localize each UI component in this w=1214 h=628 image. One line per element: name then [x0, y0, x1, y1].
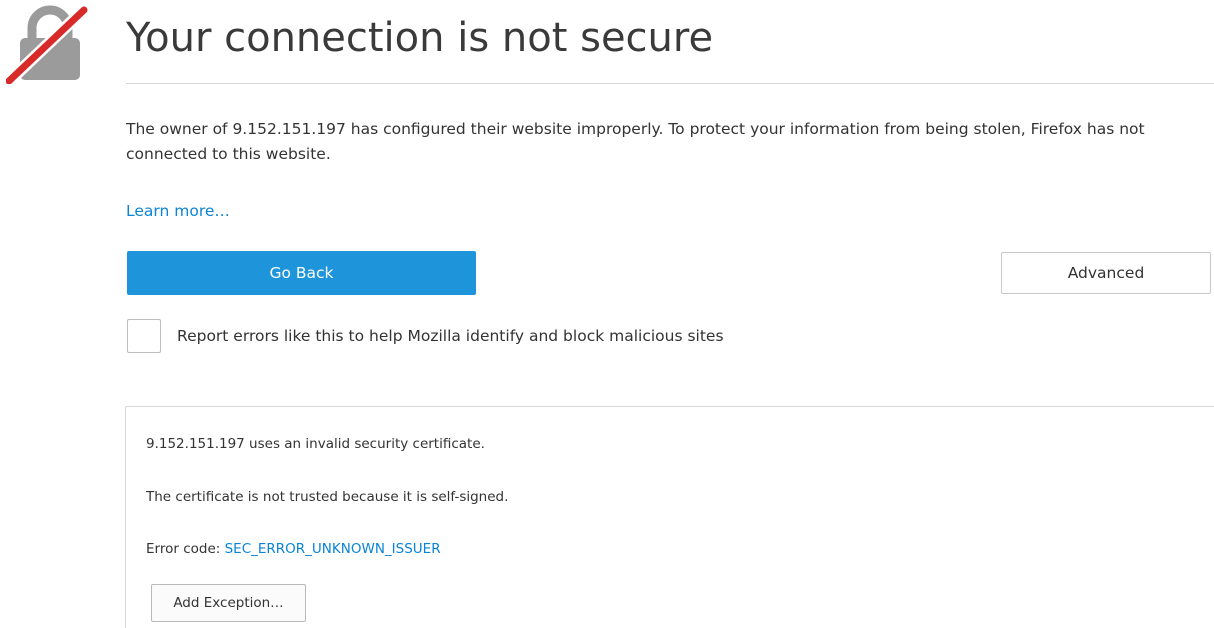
- learn-more-link[interactable]: Learn more…: [126, 199, 230, 224]
- add-exception-button[interactable]: Add Exception…: [151, 584, 306, 622]
- error-code-line: Error code: SEC_ERROR_UNKNOWN_ISSUER: [146, 539, 441, 559]
- error-description: The owner of 9.152.151.197 has configure…: [126, 120, 1145, 163]
- error-code-prefix: Error code:: [146, 541, 225, 557]
- invalid-cert-text: 9.152.151.197 uses an invalid security c…: [146, 436, 485, 452]
- report-errors-row: Report errors like this to help Mozilla …: [127, 318, 724, 354]
- page-title: Your connection is not secure: [126, 15, 714, 61]
- go-back-button[interactable]: Go Back: [127, 251, 476, 295]
- report-errors-checkbox[interactable]: [127, 319, 161, 353]
- broken-lock-icon: [6, 4, 90, 84]
- report-errors-label: Report errors like this to help Mozilla …: [177, 327, 724, 345]
- error-code-link[interactable]: SEC_ERROR_UNKNOWN_ISSUER: [225, 541, 441, 557]
- advanced-button[interactable]: Advanced: [1001, 252, 1211, 294]
- page: Your connection is not secure The owner …: [0, 0, 1214, 628]
- not-trusted-text: The certificate is not trusted because i…: [146, 489, 509, 505]
- title-divider: [126, 83, 1214, 84]
- advanced-panel: 9.152.151.197 uses an invalid security c…: [125, 406, 1214, 628]
